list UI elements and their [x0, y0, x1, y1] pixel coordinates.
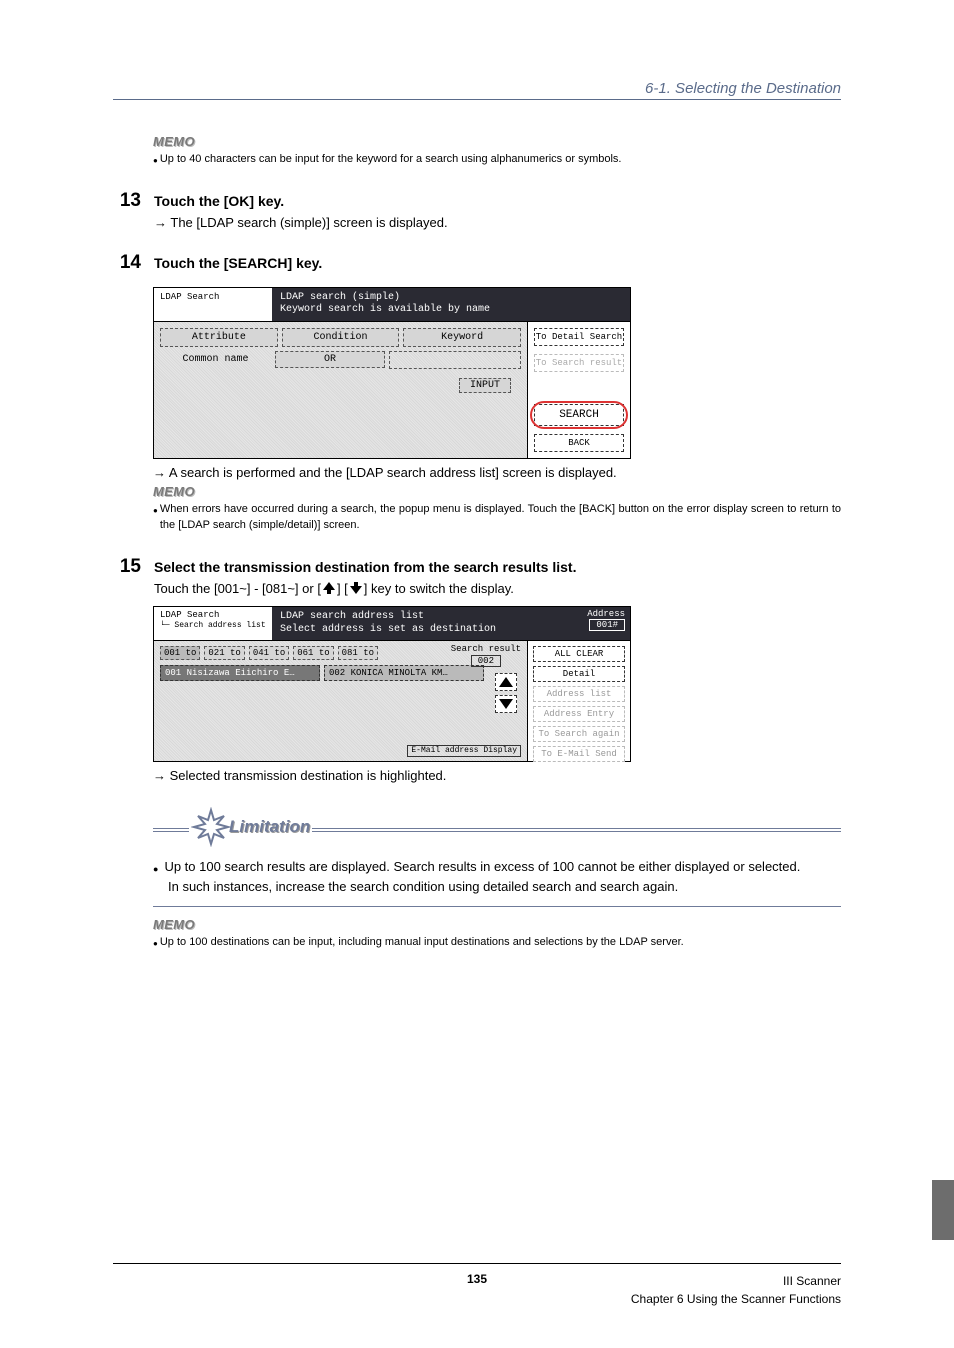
range-tab[interactable]: 021 to: [204, 646, 244, 660]
range-tab[interactable]: 001 to: [160, 646, 200, 660]
divider-icon: [312, 828, 841, 832]
scroll-up-button[interactable]: [495, 673, 517, 691]
bullet-dot-icon: [153, 857, 158, 877]
screen-title: LDAP Search: [154, 288, 272, 321]
memo-text: Up to 100 destinations can be input, inc…: [160, 934, 841, 951]
step-number: 15: [113, 556, 141, 578]
to-search-again-button[interactable]: To Search again: [533, 726, 625, 742]
col-keyword: Keyword: [403, 328, 521, 347]
footer-part: III Scanner: [631, 1272, 841, 1290]
section-header: 6-1. Selecting the Destination: [113, 80, 841, 100]
col-condition: Condition: [282, 328, 400, 347]
address-list-button[interactable]: Address list: [533, 686, 625, 702]
keyword-field[interactable]: [389, 351, 521, 369]
step-result: The [LDAP search (simple)] screen is dis…: [154, 215, 841, 230]
to-email-send-button[interactable]: To E-Mail Send: [533, 746, 625, 762]
step-title: Select the transmission destination from…: [154, 559, 841, 575]
step-14: 14 Touch the [SEARCH] key.: [113, 252, 841, 277]
detail-button[interactable]: Detail: [533, 666, 625, 682]
ldap-search-simple-screenshot: LDAP Search LDAP search (simple) Keyword…: [153, 287, 631, 459]
to-search-result-button[interactable]: To Search result: [534, 354, 624, 372]
search-result-count: Search result 002: [451, 644, 521, 667]
memo-text: When errors have occurred during a searc…: [160, 501, 841, 534]
range-tab[interactable]: 041 to: [249, 646, 289, 660]
ldap-search-address-list-screenshot: LDAP Search └─ Search address list LDAP …: [153, 606, 631, 762]
memo-label: MEMO: [153, 917, 841, 932]
limitation-bullet: Up to 100 search results are displayed. …: [153, 857, 841, 877]
attr-value: Common name: [160, 354, 271, 365]
memo-label: MEMO: [153, 134, 841, 149]
up-arrow-icon: [321, 581, 337, 595]
limitation-subtext: In such instances, increase the search c…: [168, 877, 841, 897]
input-button[interactable]: INPUT: [459, 378, 511, 393]
address-count: Address 001#: [566, 607, 630, 640]
step-body-text: Touch the [001~] - [081~] or [] [] key t…: [154, 581, 841, 597]
search-button[interactable]: SEARCH: [534, 404, 624, 426]
back-button[interactable]: BACK: [534, 434, 624, 452]
bullet-dot-icon: [153, 151, 158, 168]
to-detail-search-button[interactable]: To Detail Search: [534, 328, 624, 346]
bullet-dot-icon: [153, 501, 158, 534]
memo-bullet: Up to 40 characters can be input for the…: [153, 151, 841, 168]
result-item[interactable]: 002 KONICA MINOLTA KM…: [324, 665, 484, 681]
range-tab[interactable]: 061 to: [293, 646, 333, 660]
screen-banner: LDAP search (simple) Keyword search is a…: [272, 288, 630, 321]
divider-icon: [153, 906, 841, 907]
step-15: 15 Select the transmission destination f…: [113, 556, 841, 597]
all-clear-button[interactable]: ALL CLEAR: [533, 646, 625, 662]
step-result: A search is performed and the [LDAP sear…: [153, 465, 841, 480]
screen-title: LDAP Search └─ Search address list: [154, 607, 272, 640]
condition-value[interactable]: OR: [275, 351, 385, 368]
step-number: 14: [113, 252, 141, 274]
range-tab[interactable]: 081 to: [338, 646, 378, 660]
step-number: 13: [113, 190, 141, 212]
email-display-label: E-Mail address Display: [407, 745, 521, 757]
footer-chapter: Chapter 6 Using the Scanner Functions: [631, 1290, 841, 1308]
screen-banner: LDAP search address list Select address …: [272, 607, 566, 640]
memo-bullet: Up to 100 destinations can be input, inc…: [153, 934, 841, 951]
step-result: Selected transmission destination is hig…: [153, 768, 841, 783]
limitation-box: Limitation Up to 100 search results are …: [153, 807, 841, 907]
divider-icon: [153, 828, 189, 832]
memo-label: MEMO: [153, 484, 841, 499]
limitation-label: Limitation: [229, 817, 310, 837]
memo-bullet: When errors have occurred during a searc…: [153, 501, 841, 534]
result-item[interactable]: 001 Nisizawa Eiichiro E…: [160, 665, 320, 681]
memo-text: Up to 40 characters can be input for the…: [160, 151, 841, 168]
step-title: Touch the [OK] key.: [154, 193, 841, 209]
col-attribute: Attribute: [160, 328, 278, 347]
step-title: Touch the [SEARCH] key.: [154, 255, 841, 271]
scroll-down-button[interactable]: [495, 695, 517, 713]
down-arrow-icon: [348, 581, 364, 595]
star-burst-icon: [191, 807, 231, 847]
step-13: 13 Touch the [OK] key. The [LDAP search …: [113, 190, 841, 230]
bullet-dot-icon: [153, 934, 158, 951]
side-thumb-tab: [932, 1180, 954, 1240]
page-footer: 135 III Scanner Chapter 6 Using the Scan…: [113, 1263, 841, 1308]
address-entry-button[interactable]: Address Entry: [533, 706, 625, 722]
